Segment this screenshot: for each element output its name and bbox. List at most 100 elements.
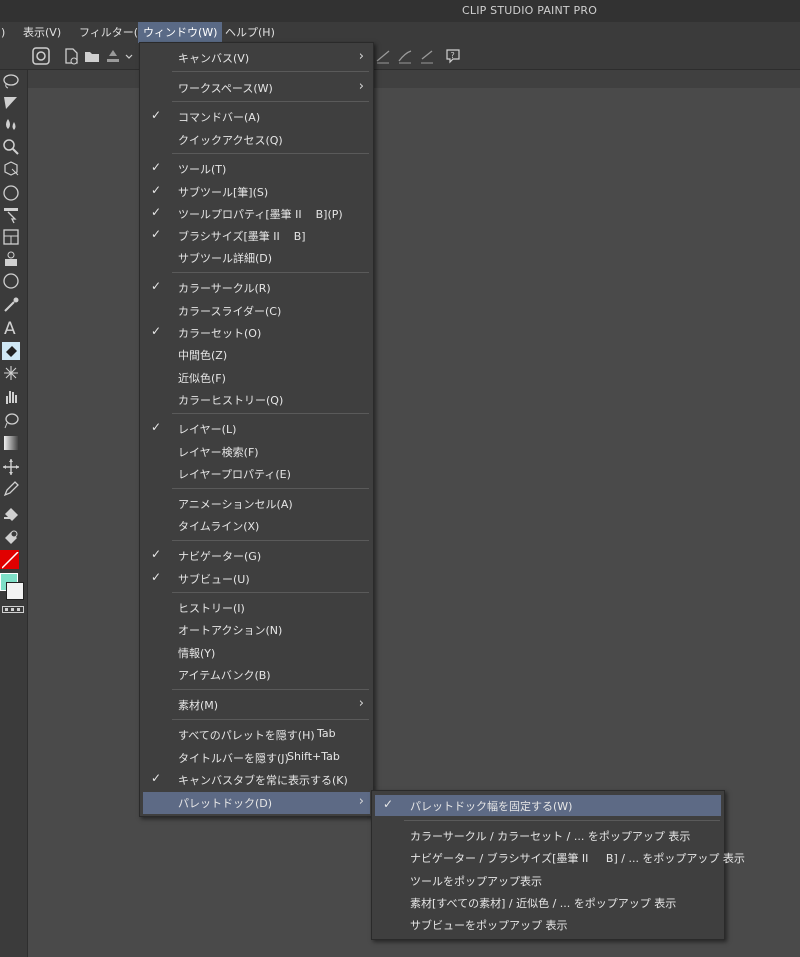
menu-item-workspace[interactable]: ワークスペース(W) › bbox=[143, 77, 370, 98]
check-icon: ✓ bbox=[151, 570, 162, 584]
frame-icon[interactable] bbox=[0, 226, 22, 246]
hand-icon[interactable] bbox=[0, 386, 22, 406]
palette-dock-submenu: ✓ パレットドック幅を固定する(W) カラーサークル / カラーセット / ..… bbox=[371, 790, 745, 940]
pen-icon[interactable] bbox=[0, 478, 22, 498]
background-color-swatch[interactable] bbox=[6, 582, 24, 600]
ruler-pen-icon[interactable] bbox=[418, 47, 436, 65]
submenu-arrow-icon: › bbox=[358, 696, 364, 711]
menu-item-item-bank[interactable]: アイテムバンク(B) bbox=[143, 664, 370, 685]
stamp-icon[interactable] bbox=[0, 248, 22, 268]
check-icon: ✓ bbox=[151, 324, 162, 338]
menu-item-color-wheel[interactable]: ✓ カラーサークル(R) bbox=[143, 277, 370, 298]
menu-item-intermediate-color[interactable]: 中間色(Z) bbox=[143, 344, 370, 365]
main-color-swatch[interactable] bbox=[0, 550, 19, 569]
menu-item-animation-cels[interactable]: アニメーションセル(A) bbox=[143, 493, 370, 514]
separator bbox=[172, 272, 369, 273]
menu-item-layer-property[interactable]: レイヤープロパティ(E) bbox=[143, 463, 370, 484]
check-icon: ✓ bbox=[151, 205, 162, 219]
zoom-icon[interactable] bbox=[0, 136, 22, 156]
move-icon[interactable] bbox=[0, 456, 22, 476]
stabilize-icon[interactable] bbox=[374, 47, 392, 65]
eraser-icon[interactable] bbox=[0, 340, 22, 360]
command-bar: ? bbox=[0, 43, 800, 70]
blend-icon[interactable] bbox=[0, 526, 22, 546]
separator bbox=[172, 488, 369, 489]
chevron-down-icon[interactable] bbox=[124, 47, 134, 65]
check-icon: ✓ bbox=[383, 797, 394, 811]
text-icon[interactable]: A bbox=[0, 316, 22, 336]
menu-item-layer[interactable]: ✓ レイヤー(L) bbox=[143, 418, 370, 439]
separator bbox=[172, 101, 369, 102]
menu-item-layer-search[interactable]: レイヤー検索(F) bbox=[143, 441, 370, 462]
menu-window[interactable]: ウィンドウ(W) bbox=[138, 22, 223, 43]
menu-item-material[interactable]: 素材(M) › bbox=[143, 694, 370, 715]
menu-bar: ) 表示(V) フィルター(I) ウィンドウ(W) ヘルプ(H) bbox=[0, 22, 800, 43]
menu-item-brush-size[interactable]: ✓ ブラシサイズ[墨筆 II B] bbox=[143, 225, 370, 246]
svg-text:?: ? bbox=[451, 51, 455, 60]
gradient-icon[interactable] bbox=[0, 432, 22, 452]
check-icon: ✓ bbox=[151, 227, 162, 241]
lasso-fill-icon[interactable] bbox=[0, 410, 22, 430]
menu-item-palette-dock[interactable]: パレットドック(D) › bbox=[143, 792, 370, 814]
menu-item-popup-material[interactable]: 素材[すべての素材] / 近似色 / ... をポップアップ 表示 bbox=[375, 892, 721, 913]
menu-item-popup-color[interactable]: カラーサークル / カラーセット / ... をポップアップ 表示 bbox=[375, 825, 721, 846]
menu-item-timeline[interactable]: タイムライン(X) bbox=[143, 515, 370, 536]
menu-item-always-show-canvas-tab[interactable]: ✓ キャンバスタブを常に表示する(K) bbox=[143, 769, 370, 790]
menu-item-popup-subview[interactable]: サブビューをポップアップ 表示 bbox=[375, 914, 721, 935]
menu-item-history[interactable]: ヒストリー(I) bbox=[143, 597, 370, 618]
submenu-arrow-icon: › bbox=[358, 79, 364, 94]
object-icon[interactable] bbox=[0, 158, 22, 178]
menu-item-fix-dock-width[interactable]: ✓ パレットドック幅を固定する(W) bbox=[375, 795, 721, 816]
separator bbox=[404, 820, 720, 821]
clip-studio-icon[interactable] bbox=[32, 47, 50, 65]
check-icon: ✓ bbox=[151, 108, 162, 122]
menu-view[interactable]: 表示(V) bbox=[18, 22, 66, 43]
menu-item-hide-title-bar[interactable]: タイトルバーを隠す(J) Shift+Tab bbox=[143, 747, 370, 768]
menu-item-hide-all-palettes[interactable]: すべてのパレットを隠す(H) Tab bbox=[143, 724, 370, 745]
separator bbox=[172, 71, 369, 72]
menu-item-quick-access[interactable]: クイックアクセス(Q) bbox=[143, 129, 370, 150]
menu-item-sub-view[interactable]: ✓ サブビュー(U) bbox=[143, 568, 370, 589]
title-bar: CLIP STUDIO PAINT PRO bbox=[0, 0, 800, 22]
fill-bucket-icon[interactable] bbox=[0, 504, 22, 524]
menu-item-navigator[interactable]: ✓ ナビゲーター(G) bbox=[143, 545, 370, 566]
menu-item-info[interactable]: 情報(Y) bbox=[143, 642, 370, 663]
droplets-icon[interactable] bbox=[0, 114, 22, 134]
move-layer-icon[interactable] bbox=[0, 204, 22, 224]
ellipse-icon[interactable] bbox=[0, 270, 22, 290]
new-file-icon[interactable] bbox=[62, 47, 80, 65]
menu-item-color-set[interactable]: ✓ カラーセット(O) bbox=[143, 322, 370, 343]
menu-item-command-bar[interactable]: ✓ コマンドバー(A) bbox=[143, 106, 370, 127]
check-icon: ✓ bbox=[151, 420, 162, 434]
sparkle-icon[interactable] bbox=[0, 362, 22, 382]
menu-partial[interactable]: ) bbox=[0, 22, 10, 43]
menu-item-popup-navigator[interactable]: ナビゲーター / ブラシサイズ[墨筆 II B] / ... をポップアップ 表… bbox=[375, 847, 745, 868]
check-icon: ✓ bbox=[151, 183, 162, 197]
menu-help[interactable]: ヘルプ(H) bbox=[220, 22, 280, 43]
menu-item-approximate-color[interactable]: 近似色(F) bbox=[143, 367, 370, 388]
separator bbox=[172, 592, 369, 593]
eyedropper-icon[interactable] bbox=[0, 294, 22, 314]
selection-icon[interactable] bbox=[0, 92, 22, 112]
menu-item-tool[interactable]: ✓ ツール(T) bbox=[143, 158, 370, 179]
separator bbox=[172, 540, 369, 541]
menu-item-color-history[interactable]: カラーヒストリー(Q) bbox=[143, 389, 370, 410]
menu-item-color-slider[interactable]: カラースライダー(C) bbox=[143, 300, 370, 321]
check-icon: ✓ bbox=[151, 279, 162, 293]
help-icon[interactable]: ? bbox=[444, 47, 462, 65]
save-icon[interactable] bbox=[104, 47, 122, 65]
pen-curve-icon[interactable] bbox=[396, 47, 414, 65]
transparent-color-icon[interactable] bbox=[0, 604, 24, 613]
lasso-icon[interactable] bbox=[0, 70, 22, 90]
window-menu: キャンバス(V) › ワークスペース(W) › ✓ コマンドバー(A) クイック… bbox=[139, 42, 374, 817]
check-icon: ✓ bbox=[151, 771, 162, 785]
menu-item-popup-tool[interactable]: ツールをポップアップ表示 bbox=[375, 870, 721, 891]
menu-item-sub-tool-detail[interactable]: サブツール詳細(D) bbox=[143, 247, 370, 268]
open-folder-icon[interactable] bbox=[83, 47, 101, 65]
menu-item-canvas[interactable]: キャンバス(V) › bbox=[143, 47, 370, 68]
circle-icon[interactable] bbox=[0, 182, 22, 202]
menu-item-auto-action[interactable]: オートアクション(N) bbox=[143, 619, 370, 640]
separator bbox=[172, 413, 369, 414]
menu-item-tool-property[interactable]: ✓ ツールプロパティ[墨筆 II B](P) bbox=[143, 203, 370, 224]
menu-item-sub-tool[interactable]: ✓ サブツール[筆](S) bbox=[143, 181, 370, 202]
